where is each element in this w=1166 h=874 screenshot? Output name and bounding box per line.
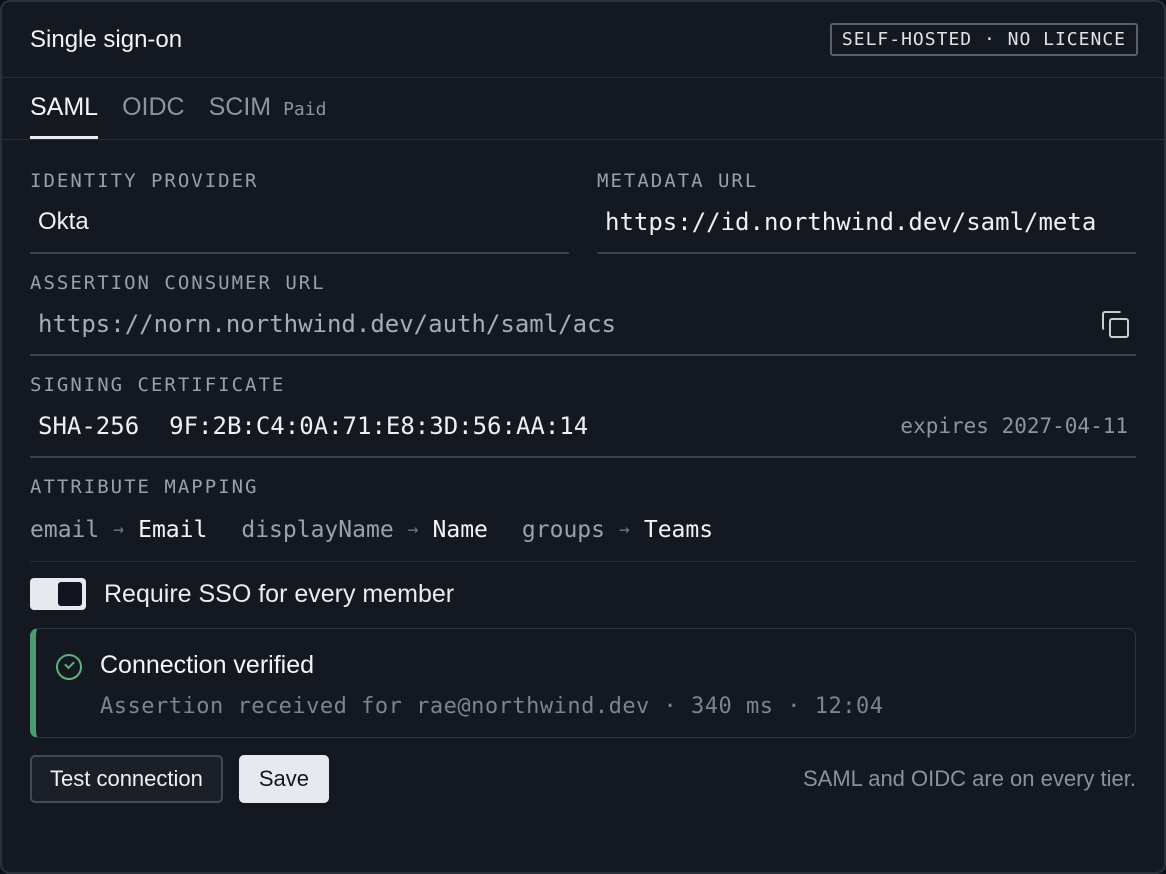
signing-certificate-label: SIGNING CERTIFICATE (30, 374, 286, 396)
attribute-mapping-group: ATTRIBUTE MAPPING email → Email displayN… (30, 476, 1136, 562)
acs-url-value: https://norn.northwind.dev/auth/saml/acs (38, 310, 616, 338)
toggle-knob (58, 582, 82, 606)
tab-scim[interactable]: SCIM Paid (209, 93, 327, 139)
acs-url-group: ASSERTION CONSUMER URL https://norn.nort… (30, 272, 1136, 356)
signing-certificate-group: SIGNING CERTIFICATE SHA-256 9F:2B:C4:0A:… (30, 374, 1136, 458)
attribute-mapping-label: ATTRIBUTE MAPPING (30, 476, 259, 498)
panel-header: Single sign-on SELF-HOSTED · NO LICENCE (2, 2, 1164, 78)
mapping-pair: email → Email (30, 517, 207, 543)
mapping-pair: groups → Teams (522, 517, 713, 543)
save-button[interactable]: Save (238, 755, 330, 803)
acs-url-field: https://norn.northwind.dev/auth/saml/acs (30, 294, 1136, 356)
metadata-url-field[interactable]: https://id.northwind.dev/saml/meta (597, 192, 1136, 254)
action-footer: Test connection Save SAML and OIDC are o… (30, 754, 1136, 804)
mapping-target: Teams (643, 516, 714, 543)
arrow-right-icon: → (619, 519, 630, 540)
metadata-url-label: METADATA URL (597, 170, 759, 192)
licence-badge: SELF-HOSTED · NO LICENCE (829, 23, 1138, 56)
tab-scim-label: SCIM (208, 93, 272, 121)
certificate-info: SHA-256 9F:2B:C4:0A:71:E8:3D:56:AA:14 (38, 412, 588, 440)
action-buttons: Test connection Save (30, 755, 330, 803)
test-connection-button[interactable]: Test connection (30, 755, 223, 803)
mapping-source: groups (521, 516, 605, 543)
sso-settings-panel: Single sign-on SELF-HOSTED · NO LICENCE … (0, 0, 1166, 874)
form-content: IDENTITY PROVIDER Okta METADATA URL http… (2, 170, 1164, 804)
mapping-target: Email (138, 516, 208, 543)
require-sso-row: Require SSO for every member (30, 562, 1136, 626)
arrow-right-icon: → (113, 519, 125, 540)
require-sso-label: Require SSO for every member (104, 579, 455, 608)
mapping-source: email (30, 516, 100, 543)
tab-saml[interactable]: SAML (30, 93, 99, 139)
identity-provider-group: IDENTITY PROVIDER Okta (30, 170, 569, 254)
identity-provider-field[interactable]: Okta (30, 192, 569, 254)
metadata-url-group: METADATA URL https://id.northwind.dev/sa… (597, 170, 1136, 254)
arrow-right-icon: → (407, 519, 419, 540)
mapping-target: Name (432, 516, 488, 543)
signing-certificate-field: SHA-256 9F:2B:C4:0A:71:E8:3D:56:AA:14 ex… (30, 396, 1136, 458)
identity-provider-label: IDENTITY PROVIDER (30, 170, 259, 192)
tab-bar: SAML OIDC SCIM Paid (2, 78, 1164, 140)
acs-url-label: ASSERTION CONSUMER URL (30, 272, 326, 294)
attribute-mapping-list: email → Email displayName → Name groups … (30, 498, 1136, 562)
paid-tag: Paid (283, 99, 327, 120)
mapping-source: displayName (241, 516, 394, 543)
certificate-fingerprint: 9F:2B:C4:0A:71:E8:3D:56:AA:14 (169, 412, 589, 440)
check-circle-icon (56, 654, 82, 680)
verification-title: Connection verified (100, 651, 315, 679)
tab-oidc[interactable]: OIDC (122, 93, 185, 139)
verification-text: Connection verified Assertion received f… (100, 651, 883, 737)
page-title: Single sign-on (30, 25, 183, 53)
copy-icon[interactable] (1102, 311, 1129, 338)
provider-row: IDENTITY PROVIDER Okta METADATA URL http… (30, 170, 1136, 254)
verification-detail: Assertion received for rae@northwind.dev… (100, 694, 884, 719)
require-sso-toggle[interactable] (30, 578, 86, 610)
certificate-algorithm: SHA-256 (38, 412, 140, 440)
certificate-expiry: expires 2027-04-11 (900, 414, 1128, 438)
mapping-pair: displayName → Name (241, 517, 488, 543)
tier-note: SAML and OIDC are on every tier. (803, 766, 1136, 791)
verification-banner: Connection verified Assertion received f… (30, 628, 1136, 738)
